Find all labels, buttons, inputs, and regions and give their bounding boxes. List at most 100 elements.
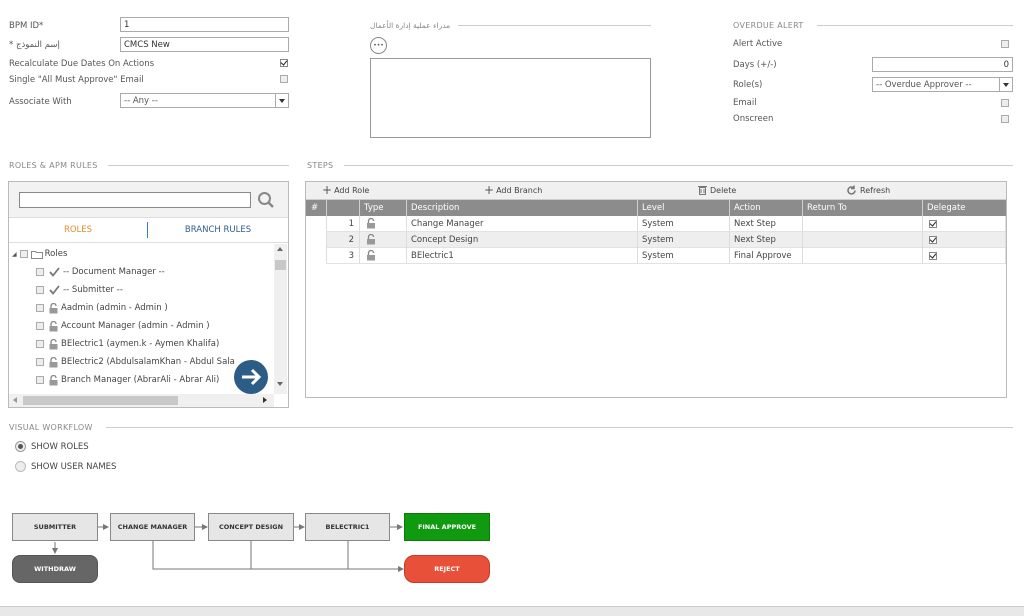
chevron-down-icon: [275, 94, 288, 107]
col-return-to[interactable]: Return To: [803, 200, 923, 216]
alert-active-checkbox[interactable]: [1001, 40, 1009, 48]
days-input[interactable]: 0: [872, 57, 1013, 72]
add-role-button[interactable]: + Add Role: [322, 184, 370, 196]
lock-icon: [49, 302, 58, 314]
scroll-left-icon[interactable]: [13, 397, 17, 403]
delete-button[interactable]: Delete: [698, 185, 736, 195]
cell-return-to: [803, 248, 923, 264]
delegate-checkbox[interactable]: [923, 232, 1006, 248]
scroll-thumb[interactable]: [275, 260, 286, 270]
row-gutter: [306, 248, 327, 264]
recalc-checkbox[interactable]: [280, 59, 288, 67]
col-description[interactable]: Description: [407, 200, 638, 216]
delegate-checkbox[interactable]: [923, 248, 1006, 264]
cell-level: System: [638, 248, 730, 264]
tree-item[interactable]: Branch Manager (AbrarAli - Abrar Ali): [36, 371, 219, 389]
cell-action: Next Step: [730, 216, 803, 232]
tree-checkbox[interactable]: [36, 358, 44, 366]
node-withdraw[interactable]: WITHDRAW: [12, 555, 98, 583]
lock-icon: [360, 232, 407, 248]
alert-active-label: Alert Active: [733, 39, 783, 49]
checked-icon[interactable]: [929, 220, 937, 228]
roles-search-input[interactable]: [19, 192, 251, 208]
scroll-down-icon[interactable]: [277, 382, 283, 386]
overdue-roles-value: -- Overdue Approver --: [876, 80, 972, 90]
tree-checkbox[interactable]: [36, 340, 44, 348]
scroll-right-icon[interactable]: [263, 397, 267, 403]
steps-panel: + Add Role + Add Branch Delete Refresh # T…: [305, 181, 1007, 398]
tree-checkbox[interactable]: [19, 250, 28, 258]
col-delegate[interactable]: Delegate: [923, 200, 1006, 216]
manager-textarea[interactable]: [370, 58, 651, 138]
expand-icon[interactable]: ◢: [12, 251, 17, 258]
next-arrow-button[interactable]: [234, 360, 268, 394]
tree-checkbox[interactable]: [36, 376, 44, 384]
overdue-roles-select[interactable]: -- Overdue Approver --: [872, 77, 1013, 92]
tree-item[interactable]: -- Submitter --: [36, 281, 123, 299]
refresh-button[interactable]: Refresh: [846, 185, 890, 196]
node-concept-design[interactable]: CONCEPT DESIGN: [208, 513, 294, 541]
show-users-radio[interactable]: SHOW USER NAMES: [15, 461, 116, 472]
tree-item[interactable]: Account Manager (admin - Admin ): [36, 317, 210, 335]
model-name-input[interactable]: CMCS New: [120, 37, 289, 52]
table-row[interactable]: 2 Concept Design System Next Step: [306, 232, 1006, 248]
col-type[interactable]: Type: [360, 200, 407, 216]
lock-icon: [360, 248, 407, 264]
search-icon[interactable]: [257, 191, 275, 209]
node-final-approve[interactable]: FINAL APPROVE: [404, 513, 490, 541]
node-change-manager[interactable]: CHANGE MANAGER: [110, 513, 195, 541]
bpm-id-label: BPM ID*: [9, 21, 44, 31]
radio-unselected-icon: [15, 461, 26, 472]
tab-roles[interactable]: ROLES: [9, 218, 147, 242]
node-submitter[interactable]: SUBMITTER: [12, 513, 98, 541]
table-row[interactable]: 1 Change Manager System Next Step: [306, 216, 1006, 232]
steps-table-header: # Type Description Level Action Return T…: [306, 200, 1006, 216]
roles-panel: ROLES BRANCH RULES ◢ Roles -- Document M…: [8, 181, 289, 408]
tree-checkbox[interactable]: [36, 286, 44, 294]
tree-item[interactable]: BElectric2 (AbdulsalamKhan - Abdul Sala: [36, 353, 235, 371]
show-roles-radio[interactable]: SHOW ROLES: [15, 441, 89, 452]
roles-divider: [108, 165, 289, 166]
roles-tabs: ROLES BRANCH RULES: [9, 218, 288, 243]
col-action[interactable]: Action: [730, 200, 803, 216]
row-number: 1: [327, 216, 360, 232]
tree-item[interactable]: BElectric1 (aymen.k - Aymen Khalifa): [36, 335, 219, 353]
row-gutter: [306, 232, 327, 248]
folder-icon: [30, 250, 43, 259]
associate-select[interactable]: -- Any --: [120, 93, 289, 108]
tree-item-label: -- Document Manager --: [63, 267, 165, 277]
more-options-icon[interactable]: •••: [370, 37, 387, 54]
visual-title: VISUAL WORKFLOW: [9, 423, 93, 432]
checked-icon[interactable]: [929, 252, 937, 260]
table-row[interactable]: 3 BElectric1 System Final Approve: [306, 248, 1006, 264]
add-branch-button[interactable]: + Add Branch: [484, 184, 542, 196]
cell-action: Final Approve: [730, 248, 803, 264]
tree-vertical-scrollbar[interactable]: [274, 244, 287, 394]
tree-root[interactable]: ◢ Roles: [12, 245, 67, 263]
col-level[interactable]: Level: [638, 200, 730, 216]
radio-selected-icon: [15, 441, 26, 452]
node-belectric1[interactable]: BELECTRIC1: [305, 513, 390, 541]
tree-horizontal-scrollbar[interactable]: [9, 394, 274, 407]
tree-item[interactable]: -- Document Manager --: [36, 263, 165, 281]
onscreen-checkbox[interactable]: [1001, 115, 1009, 123]
single-email-label: Single "All Must Approve" Email: [9, 75, 144, 85]
tree-checkbox[interactable]: [36, 304, 44, 312]
checked-icon[interactable]: [929, 236, 937, 244]
node-reject[interactable]: REJECT: [404, 555, 490, 583]
h-scroll-thumb[interactable]: [23, 396, 178, 405]
tab-branch-rules[interactable]: BRANCH RULES: [148, 218, 288, 242]
tree-item-label: BElectric2 (AbdulsalamKhan - Abdul Sala: [61, 357, 235, 367]
email-checkbox[interactable]: [1001, 99, 1009, 107]
bpm-id-input[interactable]: 1: [120, 17, 289, 32]
scroll-up-icon[interactable]: [277, 247, 283, 251]
cell-description: Concept Design: [407, 232, 638, 248]
add-role-label: Add Role: [334, 185, 370, 195]
col-num[interactable]: #: [306, 200, 327, 216]
model-name-label: * إسم النموذج: [9, 40, 60, 50]
delegate-checkbox[interactable]: [923, 216, 1006, 232]
single-email-checkbox[interactable]: [280, 75, 288, 83]
tree-item[interactable]: Aadmin (admin - Admin ): [36, 299, 168, 317]
tree-checkbox[interactable]: [36, 268, 44, 276]
tree-checkbox[interactable]: [36, 322, 44, 330]
